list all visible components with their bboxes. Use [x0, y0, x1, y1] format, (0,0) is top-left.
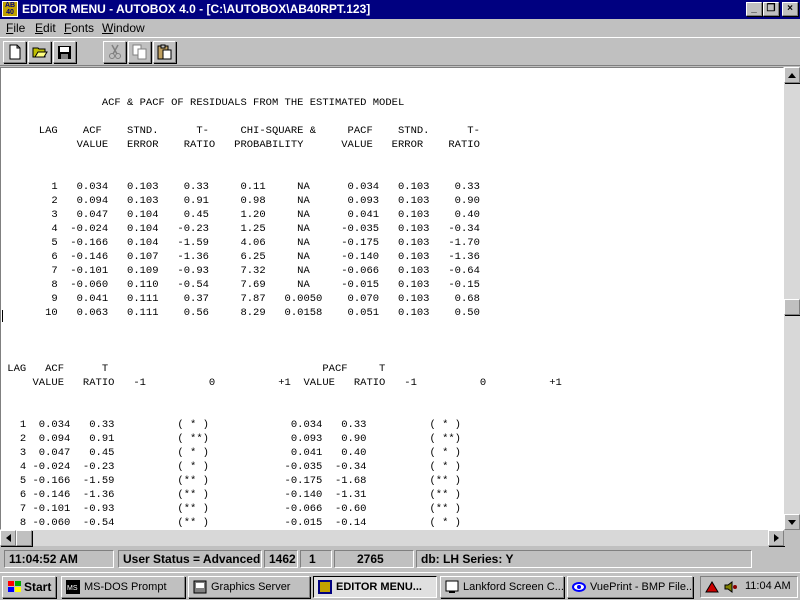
- status-field-2: 1: [300, 550, 332, 568]
- report-line: 8 -0.060 0.110 -0.54 7.69 NA -0.015 0.10…: [51, 279, 480, 291]
- save-disk-icon: [58, 45, 71, 59]
- tray-app-icon[interactable]: [705, 580, 721, 594]
- tray-speaker-icon[interactable]: [723, 580, 739, 594]
- scroll-left-button[interactable]: [0, 530, 16, 546]
- report-line: ACF & PACF OF RESIDUALS FROM THE ESTIMAT…: [101, 97, 405, 109]
- report-line: 9 0.041 0.111 0.37 7.87 0.0050 0.070 0.1…: [51, 293, 480, 305]
- task-ms-dos[interactable]: MS MS-DOS Prompt: [61, 576, 185, 598]
- ms-dos-icon: MS: [66, 580, 80, 594]
- report-line: 3 0.047 0.104 0.45 1.20 NA 0.041 0.103 0…: [51, 209, 480, 221]
- scroll-down-button[interactable]: [784, 514, 800, 530]
- text-caret: [2, 310, 3, 322]
- scrollbar-corner: [784, 530, 800, 546]
- toolbar: [0, 37, 800, 66]
- report-line: 4 -0.024 0.104 -0.23 1.25 NA -0.035 0.10…: [51, 223, 480, 235]
- report-line: 6 -0.146 0.107 -1.36 6.25 NA -0.140 0.10…: [51, 251, 480, 263]
- arrow-down-icon: [788, 519, 796, 525]
- system-tray: 11:04 AM: [700, 576, 798, 598]
- vertical-scroll-thumb[interactable]: [784, 299, 800, 315]
- horizontal-scrollbar[interactable]: [0, 530, 784, 546]
- task-lankford-screen[interactable]: Lankford Screen C...: [440, 576, 564, 598]
- report-line: 2 0.094 0.91 ( **) 0.093 0.90 ( **): [19, 433, 461, 445]
- scroll-up-button[interactable]: [784, 67, 800, 83]
- scroll-right-button[interactable]: [768, 530, 784, 546]
- menu-file[interactable]: File: [6, 21, 25, 35]
- vertical-scrollbar[interactable]: [784, 67, 800, 530]
- status-field-1: 1462: [264, 550, 298, 568]
- arrow-up-icon: [788, 72, 796, 78]
- report-line: LAG ACF T PACF T: [7, 363, 386, 375]
- paste-button[interactable]: [153, 41, 176, 63]
- new-file-button[interactable]: [3, 41, 26, 63]
- screen-capture-icon: [445, 580, 459, 593]
- title-bar[interactable]: AB 40 EDITOR MENU - AUTOBOX 4.0 - [C:\AU…: [0, 0, 800, 19]
- graphics-server-icon: [193, 580, 207, 594]
- arrow-right-icon: [773, 534, 779, 542]
- status-user: User Status = Advanced: [118, 550, 262, 568]
- new-file-icon: [9, 44, 20, 60]
- report-line: 7 -0.101 0.109 -0.93 7.32 NA -0.066 0.10…: [51, 265, 480, 277]
- status-bar: 11:04:52 AM User Status = Advanced 1462 …: [0, 546, 800, 571]
- horizontal-scroll-thumb[interactable]: [16, 530, 32, 546]
- svg-text:MS: MS: [67, 585, 78, 592]
- vueprint-icon: [572, 582, 586, 592]
- status-series: db: LH Series: Y: [416, 550, 752, 568]
- status-field-3: 2765: [334, 550, 414, 568]
- task-editor-menu[interactable]: EDITOR MENU...: [313, 576, 437, 598]
- taskbar-clock[interactable]: 11:04 AM: [745, 580, 791, 592]
- window-title: EDITOR MENU - AUTOBOX 4.0 - [C:\AUTOBOX\…: [22, 2, 371, 16]
- report-line: 1 0.034 0.33 ( * ) 0.034 0.33 ( * ): [19, 419, 461, 431]
- editor-text-area[interactable]: ACF & PACF OF RESIDUALS FROM THE ESTIMAT…: [0, 67, 784, 530]
- paste-clipboard-icon: [157, 44, 171, 60]
- start-button[interactable]: Start: [2, 576, 56, 598]
- open-folder-button[interactable]: [28, 41, 51, 63]
- report-line: 6 -0.146 -1.36 (** ) -0.140 -1.31 (** ): [19, 489, 461, 501]
- report-line: 7 -0.101 -0.93 (** ) -0.066 -0.60 (** ): [19, 503, 461, 515]
- save-button[interactable]: [53, 41, 76, 63]
- copy-button[interactable]: [128, 41, 151, 63]
- autobox-icon: [318, 580, 332, 594]
- report-line: 8 -0.060 -0.54 (** ) -0.015 -0.14 ( * ): [19, 517, 461, 529]
- copy-icon: [132, 44, 146, 60]
- taskbar: Start MS MS-DOS Prompt Graphics Server E…: [0, 572, 800, 600]
- task-vueprint[interactable]: VuePrint - BMP File...: [567, 576, 693, 598]
- windows-logo-icon: [8, 581, 21, 592]
- report-line: 5 -0.166 -1.59 (** ) -0.175 -1.68 (** ): [19, 475, 461, 487]
- autobox-app-icon[interactable]: AB 40: [2, 1, 18, 17]
- task-graphics-server[interactable]: Graphics Server: [188, 576, 310, 598]
- start-label: Start: [24, 580, 52, 594]
- restore-button[interactable]: ❐: [763, 2, 779, 16]
- menu-window[interactable]: Window: [102, 21, 145, 35]
- menu-fonts[interactable]: Fonts: [64, 21, 94, 35]
- report-line: 2 0.094 0.103 0.91 0.98 NA 0.093 0.103 0…: [51, 195, 480, 207]
- report-line: VALUE ERROR RATIO PROBABILITY VALUE ERRO…: [76, 139, 480, 151]
- report-line: VALUE RATIO -1 0 +1 VALUE RATIO -1 0 +1: [32, 377, 562, 389]
- cut-button[interactable]: [103, 41, 126, 63]
- close-button[interactable]: ×: [782, 2, 798, 16]
- menu-edit[interactable]: Edit: [35, 21, 56, 35]
- menu-bar: File Edit Fonts Window: [0, 19, 800, 37]
- open-folder-icon: [32, 47, 48, 58]
- report-line: 10 0.063 0.111 0.56 8.29 0.0158 0.051 0.…: [45, 307, 480, 319]
- report-text: ACF & PACF OF RESIDUALS FROM THE ESTIMAT…: [1, 82, 562, 529]
- status-time: 11:04:52 AM: [4, 550, 114, 568]
- cut-scissors-icon: [108, 44, 121, 59]
- report-line: 1 0.034 0.103 0.33 0.11 NA 0.034 0.103 0…: [51, 181, 480, 193]
- report-line: 3 0.047 0.45 ( * ) 0.041 0.40 ( * ): [19, 447, 461, 459]
- report-line: LAG ACF STND. T- CHI-SQUARE & PACF STND.…: [38, 125, 480, 137]
- report-line: 4 -0.024 -0.23 ( * ) -0.035 -0.34 ( * ): [19, 461, 461, 473]
- report-line: 5 -0.166 0.104 -1.59 4.06 NA -0.175 0.10…: [51, 237, 480, 249]
- arrow-left-icon: [5, 534, 11, 542]
- minimize-button[interactable]: _: [746, 2, 762, 16]
